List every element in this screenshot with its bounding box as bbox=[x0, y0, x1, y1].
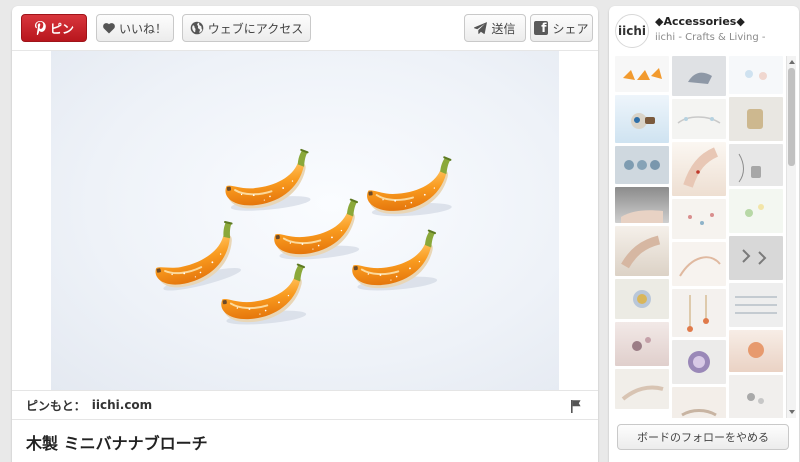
banana-brooch bbox=[363, 155, 456, 220]
banana-brooch bbox=[270, 198, 363, 264]
like-button[interactable]: いいね！ bbox=[96, 14, 174, 42]
board-sidebar: iichi ◆Accessories◆ iichi - Crafts & Liv… bbox=[609, 6, 799, 462]
board-thumbnail[interactable] bbox=[615, 146, 669, 184]
board-thumbnail[interactable] bbox=[729, 375, 783, 418]
board-header[interactable]: iichi ◆Accessories◆ iichi - Crafts & Liv… bbox=[609, 6, 799, 54]
pin-it-button[interactable]: ピン bbox=[21, 14, 87, 42]
pin-toolbar: ピン いいね！ ウェブにアクセス 送信 f シェア bbox=[12, 6, 598, 48]
scrollbar-thumb[interactable] bbox=[788, 68, 795, 166]
pin-image[interactable] bbox=[51, 51, 559, 390]
board-thumbnail[interactable] bbox=[672, 340, 726, 384]
board-thumbnail[interactable] bbox=[672, 56, 726, 96]
board-thumbnail[interactable] bbox=[729, 56, 783, 94]
board-avatar[interactable]: iichi bbox=[615, 14, 649, 48]
board-thumbnail[interactable] bbox=[615, 95, 669, 143]
board-thumbnail[interactable] bbox=[615, 56, 669, 92]
source-label: ピンもと： bbox=[26, 398, 86, 413]
board-thumbnail[interactable] bbox=[615, 369, 669, 409]
board-name[interactable]: ◆Accessories◆ bbox=[655, 15, 745, 28]
share-button[interactable]: f シェア bbox=[530, 14, 593, 42]
board-thumbnail[interactable] bbox=[729, 97, 783, 141]
visit-website-button[interactable]: ウェブにアクセス bbox=[182, 14, 311, 42]
pin-it-label: ピン bbox=[49, 21, 74, 36]
board-thumbnail[interactable] bbox=[615, 187, 669, 223]
board-thumbnail[interactable] bbox=[729, 144, 783, 186]
board-thumbnail[interactable] bbox=[672, 242, 726, 286]
visit-website-label: ウェブにアクセス bbox=[207, 21, 304, 36]
pinterest-p-icon bbox=[34, 21, 46, 35]
share-label: シェア bbox=[552, 21, 589, 36]
banana-brooch bbox=[348, 229, 441, 295]
board-thumbnail[interactable] bbox=[615, 226, 669, 276]
banana-brooch bbox=[220, 148, 315, 215]
board-thumbnail[interactable] bbox=[672, 387, 726, 418]
board-thumbnail[interactable] bbox=[729, 330, 783, 372]
pin-title: 木製 ミニバナナブローチ bbox=[26, 434, 208, 453]
banana-brooch bbox=[146, 219, 246, 297]
unfollow-board-button[interactable]: ボードのフォローをやめる bbox=[617, 424, 789, 450]
board-thumbnail[interactable] bbox=[729, 283, 783, 327]
board-thumbnail[interactable] bbox=[615, 322, 669, 366]
send-button[interactable]: 送信 bbox=[464, 14, 526, 42]
like-label: いいね！ bbox=[118, 21, 167, 36]
send-label: 送信 bbox=[491, 21, 516, 36]
board-thumbnail-grid bbox=[615, 56, 785, 418]
pin-card: ピン いいね！ ウェブにアクセス 送信 f シェア ピンもと： iichi.co… bbox=[12, 6, 598, 462]
banana-brooches-illustration bbox=[146, 148, 456, 329]
board-thumbnail[interactable] bbox=[672, 142, 726, 196]
source-link[interactable]: iichi.com bbox=[92, 398, 152, 412]
board-scrollbar[interactable] bbox=[786, 56, 796, 418]
paper-plane-icon bbox=[474, 22, 488, 34]
board-thumbnail[interactable] bbox=[615, 279, 669, 319]
board-thumbnail[interactable] bbox=[672, 199, 726, 239]
flag-icon[interactable] bbox=[570, 399, 582, 413]
facebook-icon: f bbox=[534, 21, 549, 35]
scroll-up-icon[interactable] bbox=[788, 58, 796, 66]
scroll-down-icon[interactable] bbox=[788, 408, 796, 416]
heart-icon bbox=[103, 22, 115, 34]
board-thumbnail[interactable] bbox=[672, 99, 726, 139]
board-thumbnail[interactable] bbox=[729, 236, 783, 280]
board-thumbnail[interactable] bbox=[729, 189, 783, 233]
globe-icon bbox=[190, 21, 204, 35]
board-owner[interactable]: iichi - Crafts & Living - bbox=[655, 32, 766, 43]
pin-source-bar: ピンもと： iichi.com bbox=[12, 390, 598, 420]
board-thumbnail[interactable] bbox=[672, 289, 726, 337]
